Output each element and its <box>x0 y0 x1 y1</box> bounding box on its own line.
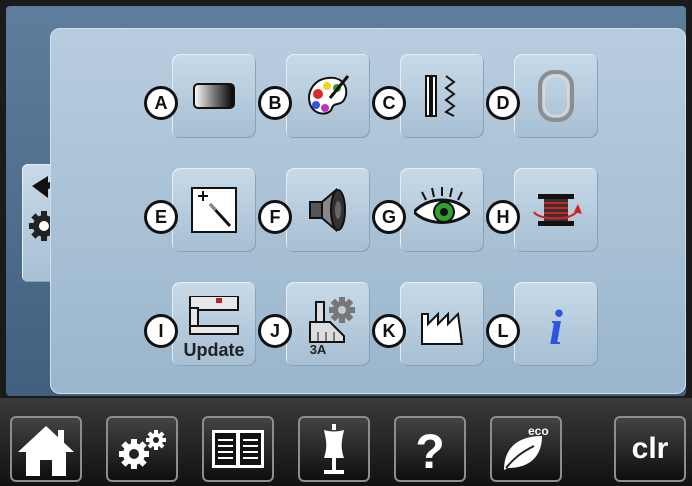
tile-i[interactable]: Update <box>172 282 256 366</box>
svg-text:?: ? <box>415 426 444 479</box>
settings-panel: Update 3A i A B C D E F G H I J K L <box>50 28 686 394</box>
dress-form-icon <box>324 424 344 474</box>
eco-button[interactable]: eco <box>490 416 562 482</box>
screen: Update 3A i A B C D E F G H I J K L ? ec… <box>0 0 692 486</box>
letter-badge-i: I <box>144 314 178 348</box>
letter-badge-g: G <box>372 200 406 234</box>
creative-consultant-button[interactable] <box>298 416 370 482</box>
update-label: Update <box>183 340 245 360</box>
stitch-pattern-icon <box>425 75 456 117</box>
tutorial-book-icon <box>212 430 264 468</box>
letter-badge-d: D <box>486 86 520 120</box>
tile-e[interactable] <box>172 168 256 252</box>
info-icon: i <box>549 299 563 352</box>
tutorial-button[interactable] <box>202 416 274 482</box>
home-button[interactable] <box>10 416 82 482</box>
tile-c[interactable] <box>400 54 484 138</box>
letter-badge-f: F <box>258 200 292 234</box>
letter-badge-e: E <box>144 200 178 234</box>
letter-badge-k: K <box>372 314 406 348</box>
factory-settings-icon <box>421 311 464 345</box>
eye-monitoring-icon <box>414 187 470 224</box>
bottom-toolbar: ? eco clr <box>0 398 692 486</box>
settings-button[interactable] <box>106 416 178 482</box>
tile-a[interactable] <box>172 54 256 138</box>
touchscreen-calibration-icon <box>191 187 237 233</box>
tile-f[interactable] <box>286 168 370 252</box>
letter-badge-b: B <box>258 86 292 120</box>
home-icon <box>18 426 74 476</box>
clear-button[interactable]: clr <box>614 416 686 482</box>
tile-j[interactable]: 3A <box>286 282 370 366</box>
screen-contrast-icon <box>193 83 235 109</box>
help-button[interactable]: ? <box>394 416 466 482</box>
tile-b[interactable] <box>286 54 370 138</box>
eco-label: eco <box>528 424 549 438</box>
clear-label: clr <box>631 432 669 465</box>
tile-g[interactable] <box>400 168 484 252</box>
letter-badge-a: A <box>144 86 178 120</box>
tile-l[interactable]: i <box>514 282 598 366</box>
settings-area: Update 3A i A B C D E F G H I J K L <box>6 6 686 396</box>
speaker-sound-icon <box>309 187 346 233</box>
color-palette-icon <box>308 75 350 115</box>
tile-k[interactable] <box>400 282 484 366</box>
foot-number-label: 3A <box>309 342 327 357</box>
svg-text:i: i <box>549 299 563 352</box>
settings-gears-icon <box>119 430 166 469</box>
bobbin-thread-icon <box>533 194 582 226</box>
letter-badge-l: L <box>486 314 520 348</box>
help-question-icon: ? <box>415 426 444 479</box>
tile-h[interactable] <box>514 168 598 252</box>
letter-badge-c: C <box>372 86 406 120</box>
eco-mode-icon <box>504 436 542 470</box>
letter-badge-h: H <box>486 200 520 234</box>
letter-badge-j: J <box>258 314 292 348</box>
tile-d[interactable] <box>514 54 598 138</box>
embroidery-hoop-icon <box>538 70 574 122</box>
